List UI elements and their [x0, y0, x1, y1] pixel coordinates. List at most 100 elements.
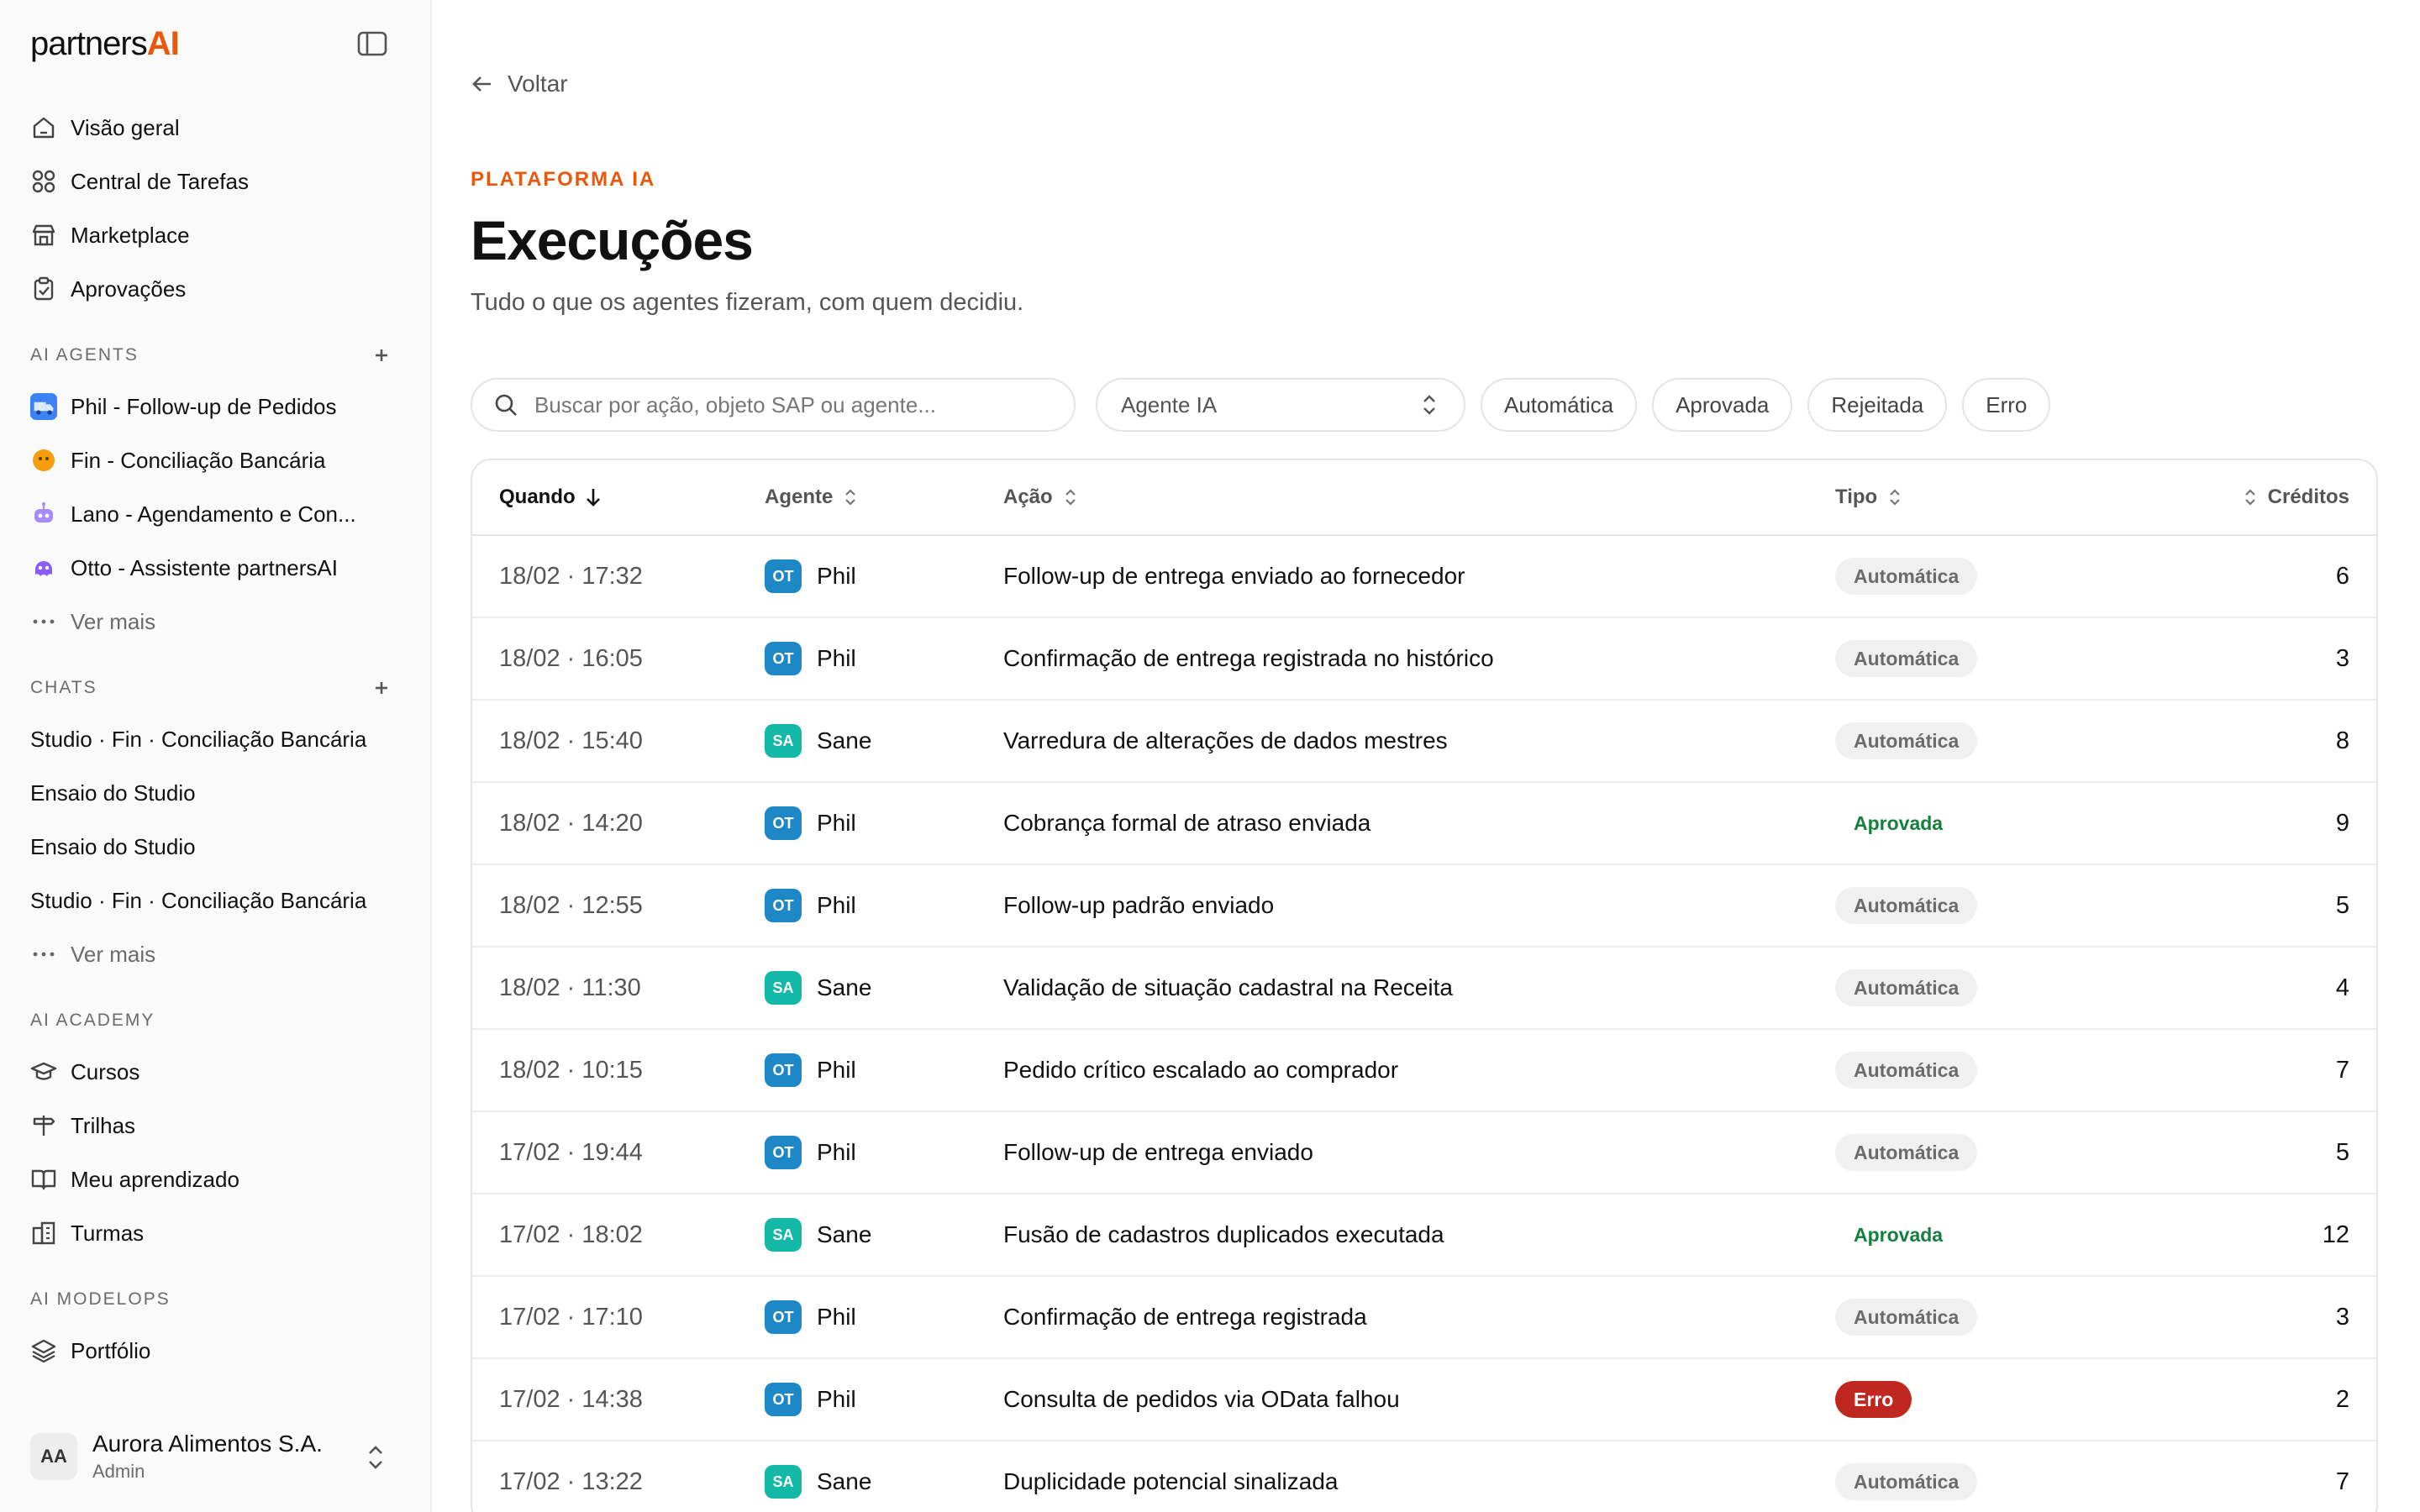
add-chat-icon[interactable]	[370, 676, 393, 700]
cell-agent: OT Phil	[765, 806, 1003, 840]
chat-item[interactable]: Studio · Fin · Conciliação Bancária	[30, 874, 400, 927]
cell-when: 18/02 · 11:30	[499, 974, 641, 1001]
column-header-creditos[interactable]: Créditos	[2188, 486, 2376, 509]
cell-credits: 6	[2335, 562, 2349, 590]
sidebar-nav: Visão geral Central de Tarefas Marketpla…	[30, 101, 400, 1378]
agent-badge: SA	[765, 724, 802, 758]
cell-agent: SA Sane	[765, 971, 1003, 1005]
column-label: Créditos	[2267, 486, 2349, 508]
cell-action: Validação de situação cadastral na Recei…	[1003, 974, 1453, 1000]
clipboard-check-icon	[30, 276, 57, 302]
table-row[interactable]: 18/02 · 15:40 SA Sane Varredura de alteraçõ…	[472, 701, 2376, 783]
section-ai-academy: AI ACADEMY	[30, 981, 400, 1045]
agent-name: Phil	[817, 892, 856, 918]
section-chats: CHATS	[30, 648, 400, 712]
table-row[interactable]: 17/02 · 19:44 OT Phil Follow-up de entrega …	[472, 1112, 2376, 1194]
sidebar-item-marketplace[interactable]: Marketplace	[30, 208, 400, 262]
cell-credits: 3	[2335, 644, 2349, 672]
add-agent-icon[interactable]	[370, 344, 393, 367]
sidebar-item-cursos[interactable]: Cursos	[30, 1045, 400, 1099]
agent-label: Lano - Agendamento e Con...	[71, 501, 356, 527]
cell-type: Erro	[1835, 1381, 2188, 1418]
table-row[interactable]: 18/02 · 14:20 OT Phil Cobrança formal de at…	[472, 783, 2376, 865]
table-header: Quando Agente Ação Tipo Créditos	[472, 460, 2376, 536]
column-header-acao[interactable]: Ação	[1003, 486, 1835, 509]
arrow-left-icon	[472, 76, 491, 92]
table-row[interactable]: 18/02 · 10:15 OT Phil Pedido crítico escala…	[472, 1030, 2376, 1112]
sidebar-item-aprovacoes[interactable]: Aprovações	[30, 262, 400, 316]
building-icon	[30, 1220, 57, 1247]
back-button[interactable]: Voltar	[471, 71, 568, 97]
cell-agent: OT Phil	[765, 1300, 1003, 1334]
chat-item[interactable]: Ensaio do Studio	[30, 820, 400, 874]
cell-when: 18/02 · 14:20	[499, 809, 643, 837]
column-header-quando[interactable]: Quando	[472, 486, 765, 509]
brand-logo[interactable]: partnersAI	[30, 25, 180, 63]
table-row[interactable]: 18/02 · 12:55 OT Phil Follow-up padrão envi…	[472, 865, 2376, 948]
chat-item[interactable]: Ensaio do Studio	[30, 766, 400, 820]
sidebar-agent-fin[interactable]: Fin - Conciliação Bancária	[30, 433, 400, 487]
chat-item[interactable]: Studio · Fin · Conciliação Bancária	[30, 712, 400, 766]
column-label: Ação	[1003, 486, 1053, 508]
sidebar-toggle-icon[interactable]	[356, 30, 388, 57]
sidebar-item-central-de-tarefas[interactable]: Central de Tarefas	[30, 155, 400, 208]
agent-badge: OT	[765, 889, 802, 922]
robot-icon	[30, 501, 57, 528]
cell-when: 17/02 · 13:22	[499, 1467, 643, 1495]
cell-type: Automática	[1835, 1052, 2188, 1089]
table-row[interactable]: 18/02 · 17:32 OT Phil Follow-up de entrega …	[472, 536, 2376, 618]
sidebar-item-visao-geral[interactable]: Visão geral	[30, 101, 400, 155]
table-row[interactable]: 17/02 · 14:38 OT Phil Consulta de pedidos v…	[472, 1359, 2376, 1441]
chats-see-more[interactable]: Ver mais	[30, 927, 400, 981]
filter-chip-rejeitada[interactable]: Rejeitada	[1807, 378, 1948, 432]
account-switcher[interactable]: AA Aurora Alimentos S.A. Admin	[30, 1423, 400, 1490]
sidebar-agent-lano[interactable]: Lano - Agendamento e Con...	[30, 487, 400, 541]
cell-action: Consulta de pedidos via OData falhou	[1003, 1386, 1400, 1412]
cell-agent: OT Phil	[765, 1053, 1003, 1087]
table-row[interactable]: 17/02 · 17:10 OT Phil Confirmação de entreg…	[472, 1277, 2376, 1359]
table-row[interactable]: 17/02 · 13:22 SA Sane Duplicidade potencial…	[472, 1441, 2376, 1512]
filter-chip-automatica[interactable]: Automática	[1481, 378, 1638, 432]
section-title: AI MODELOPS	[30, 1289, 171, 1309]
see-more-label: Ver mais	[71, 608, 156, 634]
table-row[interactable]: 18/02 · 11:30 SA Sane Validação de situação…	[472, 948, 2376, 1030]
page-overline: PLATAFORMA IA	[471, 168, 656, 191]
cell-action: Varredura de alterações de dados mestres	[1003, 727, 1448, 753]
sidebar-item-portfolio[interactable]: Portfólio	[30, 1324, 400, 1378]
cell-credits: 7	[2335, 1467, 2349, 1495]
main-content: Voltar PLATAFORMA IA Execuções Tudo o qu…	[432, 0, 2420, 1512]
grid-icon	[30, 168, 57, 195]
filter-chip-erro[interactable]: Erro	[1962, 378, 2051, 432]
agent-badge: OT	[765, 1053, 802, 1087]
filter-chip-aprovada[interactable]: Aprovada	[1652, 378, 1793, 432]
sidebar-item-meu-aprendizado[interactable]: Meu aprendizado	[30, 1152, 400, 1206]
cell-when: 17/02 · 17:10	[499, 1303, 643, 1331]
cell-when: 17/02 · 14:38	[499, 1385, 643, 1413]
sidebar-agent-phil[interactable]: Phil - Follow-up de Pedidos	[30, 380, 400, 433]
brand-suffix: AI	[146, 25, 180, 62]
agent-name: Sane	[817, 1468, 872, 1494]
cell-type: Automática	[1835, 1134, 2188, 1171]
search-input[interactable]	[534, 391, 1055, 418]
agent-select-value: Agente IA	[1121, 391, 1218, 417]
agents-see-more[interactable]: Ver mais	[30, 595, 400, 648]
table-row[interactable]: 18/02 · 16:05 OT Phil Confirmação de entreg…	[472, 618, 2376, 701]
section-ai-modelops: AI MODELOPS	[30, 1260, 400, 1324]
agent-label: Fin - Conciliação Bancária	[71, 447, 326, 473]
agent-badge: OT	[765, 642, 802, 675]
cell-action: Pedido crítico escalado ao comprador	[1003, 1057, 1399, 1083]
cell-credits: 5	[2335, 1138, 2349, 1166]
cell-credits: 9	[2335, 809, 2349, 837]
sidebar-item-trilhas[interactable]: Trilhas	[30, 1099, 400, 1152]
status-badge: Automática	[1835, 969, 1978, 1006]
column-header-tipo[interactable]: Tipo	[1835, 486, 2188, 509]
column-header-agente[interactable]: Agente	[765, 486, 1003, 509]
agent-label: Phil - Follow-up de Pedidos	[71, 393, 337, 419]
agent-select[interactable]: Agente IA	[1096, 378, 1465, 432]
cell-when: 18/02 · 12:55	[499, 891, 643, 919]
sidebar-agent-otto[interactable]: Otto - Assistente partnersAI	[30, 541, 400, 595]
status-badge: Automática	[1835, 1052, 1978, 1089]
table-row[interactable]: 17/02 · 18:02 SA Sane Fusão de cadastros du…	[472, 1194, 2376, 1277]
sidebar-item-turmas[interactable]: Turmas	[30, 1206, 400, 1260]
see-more-label: Ver mais	[71, 941, 156, 967]
